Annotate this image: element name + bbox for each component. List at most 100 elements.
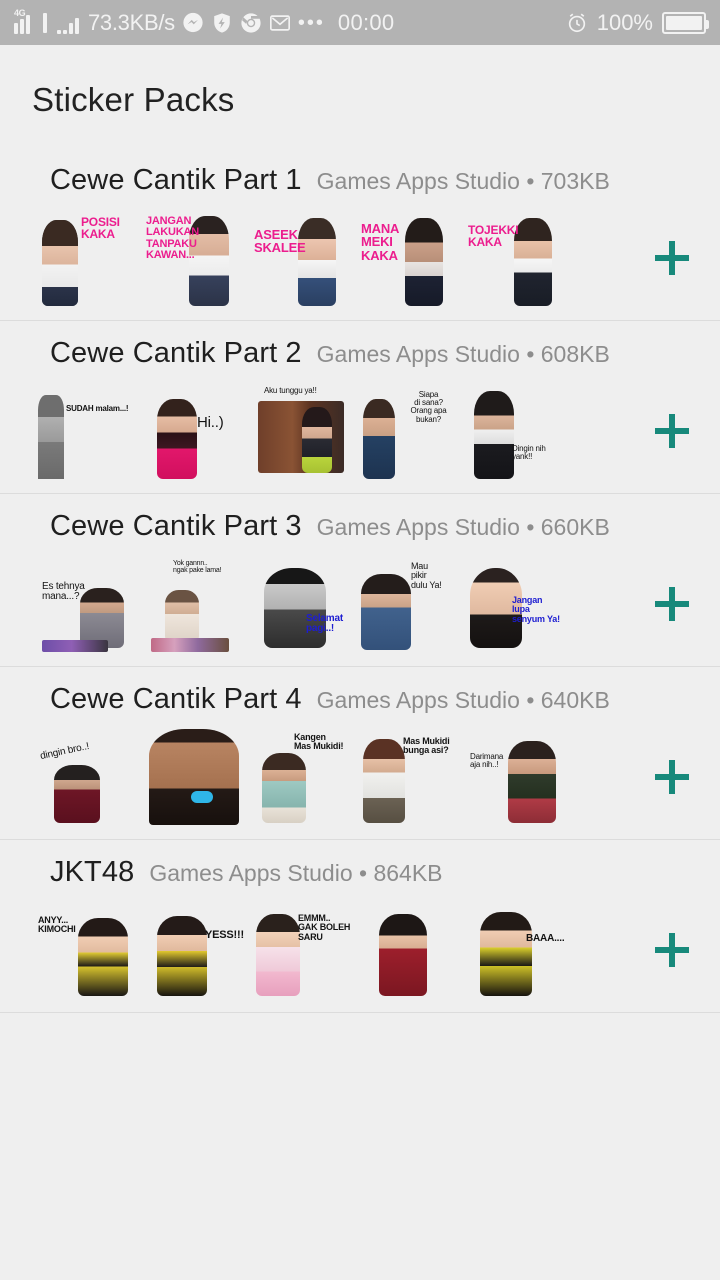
sticker-pack-row[interactable]: Cewe Cantik Part 1 Games Apps Studio • 7… — [0, 148, 720, 321]
status-bar-right: 100% — [566, 10, 709, 36]
sticker-caption: Mas Mukidi bunga asi? — [403, 736, 450, 756]
sticker-caption: POSISI KAKA — [81, 215, 120, 242]
sticker-caption: Es tehnya mana...? — [42, 581, 85, 603]
pack-meta: Games Apps Studio • 608KB — [316, 341, 610, 367]
add-pack-button[interactable] — [624, 933, 720, 967]
sticker-art — [357, 556, 460, 652]
signal-divider-bar-icon — [43, 12, 47, 33]
sticker-thumbnail[interactable]: Dingin nih yank!! — [464, 383, 567, 479]
sticker-art — [357, 902, 460, 998]
sticker-thumbnail[interactable]: JANGAN LAKUKAN TANPAKU KAWAN... — [143, 210, 246, 306]
sticker-caption: Aku tunggu ya!! — [264, 386, 317, 395]
pack-meta: Games Apps Studio • 703KB — [316, 168, 610, 194]
sticker-thumbnail[interactable]: dingin bro..! — [36, 729, 139, 825]
network-speed-label: 73.3KB/s — [88, 9, 175, 35]
sticker-art — [143, 383, 246, 479]
sticker-caption: Hi..) — [197, 414, 224, 431]
plus-icon — [655, 241, 689, 275]
sticker-art — [464, 383, 567, 479]
sticker-thumbnail[interactable]: Kangen Mas Mukidi! — [250, 729, 353, 825]
sticker-caption: JANGAN LAKUKAN TANPAKU KAWAN... — [146, 215, 199, 261]
sticker-thumbnail[interactable]: ASEEK SKALEE — [250, 210, 353, 306]
sticker-caption: SUDAH malam...! — [66, 404, 129, 413]
sticker-thumbnail[interactable]: POSISI KAKA — [36, 210, 139, 306]
pack-name: JKT48 — [50, 856, 135, 888]
sticker-caption: ASEEK SKALEE — [254, 227, 306, 256]
battery-icon — [662, 11, 709, 34]
sticker-thumbnail[interactable]: Mas Mukidi bunga asi? — [357, 729, 460, 825]
sticker-thumbnail[interactable]: Mau pikir dulu Ya! — [357, 556, 460, 652]
sticker-caption: BAAA.... — [526, 933, 565, 944]
shield-icon — [211, 12, 233, 34]
signal-bars-secondary-icon — [57, 12, 79, 34]
sticker-thumbnail-strip: SUDAH malam...! Hi..) Aku tunggu ya!! Si… — [36, 383, 624, 479]
sticker-thumbnail[interactable]: Jangan lupa senyum Ya! — [464, 556, 567, 652]
sticker-caption: Siapa di sana? Orang apa bukan? — [410, 390, 447, 424]
pack-header: Cewe Cantik Part 2 Games Apps Studio • 6… — [0, 337, 720, 373]
sticker-caption: Yok gannn.. ngak pake lama! — [173, 560, 222, 575]
pack-meta: Games Apps Studio • 640KB — [316, 687, 610, 713]
sticker-pack-row[interactable]: Cewe Cantik Part 3 Games Apps Studio • 6… — [0, 494, 720, 667]
sticker-pack-row[interactable]: Cewe Cantik Part 4 Games Apps Studio • 6… — [0, 667, 720, 840]
add-pack-button[interactable] — [624, 414, 720, 448]
sticker-thumbnail[interactable] — [357, 902, 460, 998]
sticker-art — [143, 902, 246, 998]
pack-body: SUDAH malam...! Hi..) Aku tunggu ya!! Si… — [0, 373, 720, 479]
status-bar-left: 4G 73.3KB/s ••• 00:00 — [14, 7, 566, 36]
sticker-caption: EMMM.. GAK BOLEH SARU — [298, 913, 351, 942]
sticker-thumbnail[interactable]: Hi..) — [143, 383, 246, 479]
sticker-art — [464, 902, 567, 998]
sticker-art — [36, 383, 139, 479]
sticker-caption: ANYY... KIMOCHI — [38, 915, 76, 935]
sticker-caption: MANA MEKI KAKA — [361, 221, 400, 263]
gmail-icon — [269, 12, 291, 34]
sticker-thumbnail[interactable]: Aku tunggu ya!! — [250, 383, 353, 479]
add-pack-button[interactable] — [624, 587, 720, 621]
sticker-pack-row[interactable]: JKT48 Games Apps Studio • 864KB ANYY... … — [0, 840, 720, 1013]
pack-header: Cewe Cantik Part 4 Games Apps Studio • 6… — [0, 683, 720, 719]
pack-body: POSISI KAKA JANGAN LAKUKAN TANPAKU KAWAN… — [0, 200, 720, 306]
sticker-caption: Darimana aja nih..! — [470, 752, 504, 770]
sticker-thumbnail[interactable]: Es tehnya mana...? — [36, 556, 139, 652]
network-type-label: 4G — [14, 7, 26, 18]
pack-name: Cewe Cantik Part 4 — [50, 683, 302, 715]
pack-body: Es tehnya mana...? Yok gannn.. ngak pake… — [0, 546, 720, 652]
sticker-art — [250, 556, 353, 652]
chrome-icon — [240, 12, 262, 34]
sticker-caption: Kangen Mas Mukidi! — [294, 732, 344, 752]
sticker-thumbnail[interactable]: SUDAH malam...! — [36, 383, 139, 479]
sticker-art — [464, 729, 567, 825]
sticker-thumbnail[interactable]: Siapa di sana? Orang apa bukan? — [357, 383, 460, 479]
pack-name: Cewe Cantik Part 3 — [50, 510, 302, 542]
sticker-thumbnail-strip: POSISI KAKA JANGAN LAKUKAN TANPAKU KAWAN… — [36, 210, 624, 306]
plus-icon — [655, 933, 689, 967]
add-pack-button[interactable] — [624, 241, 720, 275]
sticker-thumbnail[interactable] — [143, 729, 246, 825]
sticker-thumbnail[interactable]: EMMM.. GAK BOLEH SARU — [250, 902, 353, 998]
status-bar: 4G 73.3KB/s ••• 00:00 100% — [0, 0, 720, 45]
sticker-thumbnail[interactable]: Selamat pagi..! — [250, 556, 353, 652]
pack-header: Cewe Cantik Part 3 Games Apps Studio • 6… — [0, 510, 720, 546]
sticker-thumbnail[interactable]: TOJEKKI KAKA — [464, 210, 567, 306]
pack-header: Cewe Cantik Part 1 Games Apps Studio • 7… — [0, 164, 720, 200]
sticker-thumbnail[interactable]: YESS!!! — [143, 902, 246, 998]
sticker-caption: Jangan lupa senyum Ya! — [512, 595, 560, 624]
pack-body: dingin bro..! Kangen Mas Mukidi! Mas Muk… — [0, 719, 720, 825]
plus-icon — [655, 587, 689, 621]
sticker-thumbnail[interactable]: MANA MEKI KAKA — [357, 210, 460, 306]
sticker-art — [143, 729, 246, 825]
sticker-caption: Dingin nih yank!! — [512, 444, 546, 462]
sticker-caption: Selamat pagi..! — [306, 613, 343, 635]
sticker-thumbnail[interactable]: ANYY... KIMOCHI — [36, 902, 139, 998]
sticker-pack-row[interactable]: Cewe Cantik Part 2 Games Apps Studio • 6… — [0, 321, 720, 494]
page-title: Sticker Packs — [32, 81, 235, 118]
sticker-thumbnail[interactable]: BAAA.... — [464, 902, 567, 998]
pack-meta: Games Apps Studio • 660KB — [316, 514, 610, 540]
sticker-thumbnail[interactable]: Yok gannn.. ngak pake lama! — [143, 556, 246, 652]
sticker-caption: YESS!!! — [205, 929, 244, 941]
pack-body: ANYY... KIMOCHI YESS!!! EMMM.. GAK BOLEH… — [0, 892, 720, 998]
sticker-thumbnail-strip: Es tehnya mana...? Yok gannn.. ngak pake… — [36, 556, 624, 652]
signal-bars-icon: 4G — [14, 7, 36, 34]
add-pack-button[interactable] — [624, 760, 720, 794]
sticker-thumbnail[interactable]: Darimana aja nih..! — [464, 729, 567, 825]
